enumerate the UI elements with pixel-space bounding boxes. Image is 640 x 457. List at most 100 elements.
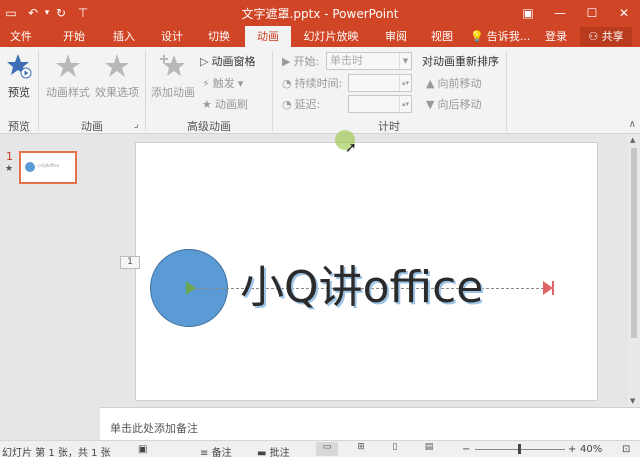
zoom-in-button[interactable]: +: [568, 444, 576, 455]
animation-order-tag[interactable]: 1: [120, 256, 140, 269]
ribbon-display-options-icon[interactable]: ▣: [512, 0, 544, 26]
undo-icon[interactable]: ↶: [22, 0, 44, 26]
group-label-timing: 计时: [378, 120, 400, 133]
thumbnail-circle: [25, 162, 35, 172]
tab-review[interactable]: 审阅: [376, 26, 416, 47]
tab-home[interactable]: 开始: [52, 26, 96, 47]
delay-stepper[interactable]: ▴▾: [348, 95, 412, 113]
delay-label-row: ◔ 延迟:: [282, 96, 320, 112]
reorder-title: 对动画重新排序: [422, 55, 499, 68]
comments-toggle[interactable]: ▬ 批注: [257, 444, 290, 457]
collapse-ribbon-icon[interactable]: ∧: [629, 119, 636, 130]
slide-sorter-icon[interactable]: ⊞: [350, 442, 372, 456]
clock-icon: ◔: [282, 97, 292, 111]
title-bar: ▭ ↶ ▾ ↻ ⊤ 文字遮罩.pptx - PowerPoint ▣ — ☐ ✕: [0, 0, 640, 26]
motion-path-start-icon: [186, 281, 196, 295]
lightbulb-icon: 💡: [470, 30, 484, 43]
minimize-icon[interactable]: —: [544, 0, 576, 26]
move-earlier-button[interactable]: ▲ 向前移动: [426, 75, 481, 91]
group-divider: [506, 51, 507, 131]
reading-view-icon[interactable]: ▯: [384, 442, 406, 456]
fit-slide-icon[interactable]: ⊡: [622, 444, 630, 455]
motion-path-end-bar: [552, 281, 554, 295]
animation-painter-button[interactable]: ★ 动画刷: [202, 96, 248, 112]
tab-design[interactable]: 设计: [150, 26, 194, 47]
tab-file[interactable]: 文件: [0, 26, 42, 47]
trigger-label: 触发: [212, 77, 235, 90]
mouse-cursor-icon: ➚: [345, 140, 357, 156]
tab-slideshow[interactable]: 幻灯片放映: [296, 26, 366, 47]
animation-styles-label: 动画样式: [46, 86, 90, 99]
group-divider: [38, 51, 39, 131]
duration-label: 持续时间:: [294, 77, 343, 90]
save-icon[interactable]: ▭: [0, 0, 22, 26]
sign-in-link[interactable]: 登录: [545, 26, 567, 47]
add-animation-label: 添加动画: [151, 86, 195, 99]
star-gray-icon: [105, 54, 129, 77]
slide-title-text[interactable]: 小Q讲office: [240, 258, 483, 318]
normal-view-icon[interactable]: ▭: [316, 442, 338, 456]
scroll-up-icon[interactable]: ▲: [630, 136, 635, 144]
quick-access-toolbar: ▭ ↶ ▾ ↻ ⊤: [0, 0, 94, 26]
thumbnail-text: 小Q讲office: [37, 163, 60, 168]
scroll-down-icon[interactable]: ▼: [630, 397, 635, 405]
slide-info: 幻灯片 第 1 张，共 1 张: [2, 448, 111, 457]
delay-label: 延迟:: [294, 98, 321, 111]
vertical-scrollbar[interactable]: ▲ ▼: [628, 134, 640, 407]
start-label: 开始:: [293, 55, 320, 68]
start-label-row: ▶ 开始:: [282, 53, 319, 69]
slide-number: 1: [6, 150, 13, 163]
move-later-button[interactable]: ▼ 向后移动: [426, 96, 481, 112]
move-later-label: 向后移动: [437, 98, 482, 111]
animation-pane-button[interactable]: ▷ 动画窗格: [200, 53, 255, 69]
duration-label-row: ◔ 持续时间:: [282, 75, 342, 91]
duration-stepper[interactable]: ▴▾: [348, 74, 412, 92]
stepper-arrows-icon: ▴▾: [399, 96, 411, 112]
dialog-launcher-icon[interactable]: ⌟: [134, 119, 139, 130]
scroll-thumb[interactable]: [631, 148, 637, 338]
preview-button[interactable]: 预览: [2, 53, 36, 100]
slideshow-icon[interactable]: ▤: [418, 442, 440, 456]
painter-star-icon: ★: [202, 97, 212, 111]
tab-insert[interactable]: 插入: [102, 26, 146, 47]
lightning-icon: ⚡: [202, 76, 210, 90]
trigger-button[interactable]: ⚡ 触发 ▾: [202, 75, 243, 91]
clock-icon: ◔: [282, 76, 292, 90]
person-icon: ⚇: [588, 30, 599, 43]
start-value: 单击时: [330, 54, 363, 67]
zoom-out-button[interactable]: −: [462, 444, 470, 455]
zoom-slider-thumb[interactable]: [518, 444, 521, 454]
tab-animations[interactable]: 动画: [245, 26, 291, 48]
animation-pane-icon: ▷: [200, 54, 209, 68]
add-animation-button[interactable]: 添加动画: [150, 53, 196, 100]
animation-styles-button[interactable]: 动画样式: [44, 53, 92, 100]
move-earlier-label: 向前移动: [437, 77, 482, 90]
chevron-down-icon: ▾: [237, 76, 244, 90]
repeat-icon[interactable]: ↻: [50, 0, 72, 26]
chevron-down-icon: ▼: [399, 53, 411, 69]
notes-icon: ≡: [200, 448, 209, 457]
comment-icon: ▬: [257, 448, 267, 457]
effect-options-button[interactable]: 效果选项: [94, 53, 140, 100]
notes-pane[interactable]: 单击此处添加备注: [100, 407, 640, 440]
share-button[interactable]: ⚇ 共享: [580, 27, 632, 46]
window-controls: ▣ — ☐ ✕: [512, 0, 640, 26]
triangle-up-icon: ▲: [426, 76, 435, 90]
tab-view[interactable]: 视图: [422, 26, 462, 47]
slide-thumbnail[interactable]: 小Q讲office: [19, 151, 77, 184]
star-gray-icon: [56, 54, 80, 77]
ribbon-animations: 预览 预览 动画样式 效果选项 动画 ⌟ 添加动画 ▷ 动画窗格 ⚡ 触发 ▾ …: [0, 47, 640, 134]
zoom-percent[interactable]: 40%: [580, 444, 602, 455]
slide-canvas[interactable]: 1 小Q讲office: [120, 142, 598, 401]
notes-toggle[interactable]: ≡ 备注: [200, 444, 232, 457]
spellcheck-icon[interactable]: ▣: [138, 444, 147, 455]
maximize-icon[interactable]: ☐: [576, 0, 608, 26]
notes-placeholder: 单击此处添加备注: [110, 422, 198, 435]
close-icon[interactable]: ✕: [608, 0, 640, 26]
tab-transitions[interactable]: 切换: [197, 26, 241, 47]
tell-me-box[interactable]: 💡 告诉我...: [470, 26, 530, 47]
customize-qat-icon[interactable]: ⊤: [72, 0, 94, 26]
group-divider: [272, 51, 273, 131]
start-select[interactable]: 单击时 ▼: [326, 52, 412, 70]
ribbon-tabs: 文件 开始 插入 设计 切换 动画 幻灯片放映 审阅 视图 💡 告诉我... 登…: [0, 26, 640, 48]
